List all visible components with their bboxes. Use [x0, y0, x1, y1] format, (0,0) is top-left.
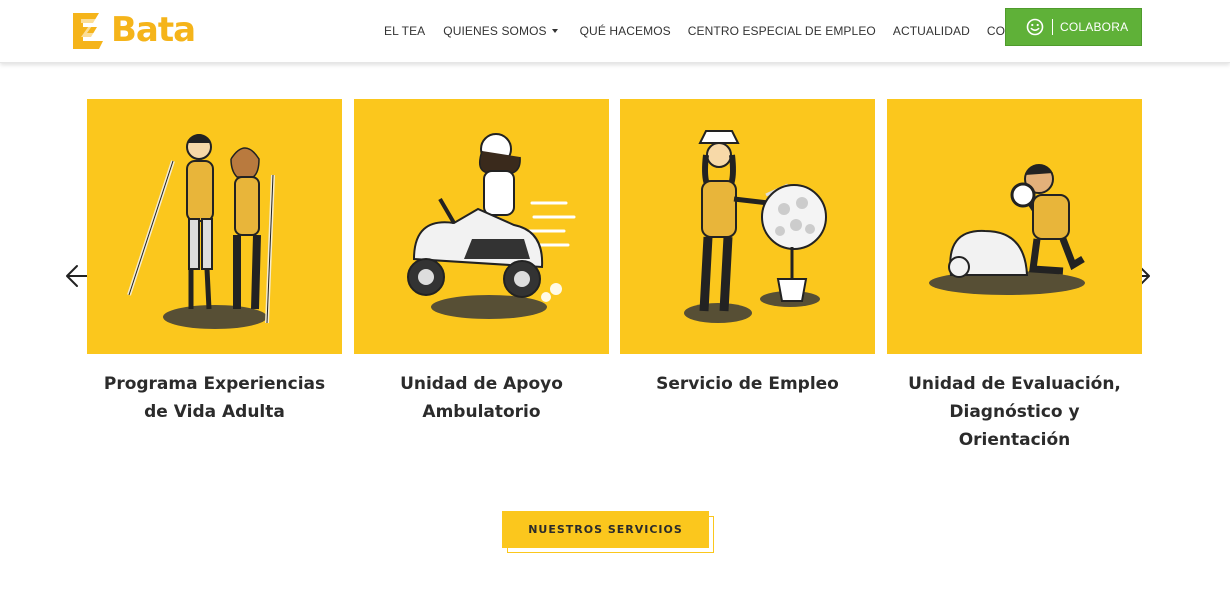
card-image [887, 99, 1142, 354]
man-with-magnifying-glass-illustration [929, 164, 1085, 295]
service-card-evaluacion-diagnostico[interactable]: Unidad de Evaluación, Diagnóstico y Orie… [887, 99, 1142, 454]
card-image [87, 99, 342, 354]
card-image [354, 99, 609, 354]
card-title: Servicio de Empleo [656, 374, 839, 394]
divider [1052, 19, 1053, 35]
service-card-vida-adulta[interactable]: Programa Experiencias de Vida Adulta [87, 99, 342, 426]
button-label: NUESTROS SERVICIOS [528, 523, 683, 536]
colabora-label: COLABORA [1060, 20, 1129, 34]
colabora-button[interactable]: COLABORA [1005, 8, 1142, 46]
nav-item-actualidad[interactable]: ACTUALIDAD [893, 24, 970, 38]
two-people-with-walking-sticks-illustration [127, 134, 275, 329]
card-title: Unidad de Evaluación, Diagnóstico y Orie… [908, 374, 1121, 450]
brand-name: Bata [111, 10, 196, 50]
nav-item-el-tea[interactable]: EL TEA [384, 24, 425, 38]
chevron-down-icon [551, 29, 558, 33]
main-nav: EL TEA QUIENES SOMOS QUÉ HACEMOS CENTRO … [384, 24, 1054, 38]
nuestros-servicios-button[interactable]: NUESTROS SERVICIOS [502, 511, 709, 548]
nav-item-centro-especial-de-empleo[interactable]: CENTRO ESPECIAL DE EMPLEO [688, 24, 876, 38]
services-button-wrapper: NUESTROS SERVICIOS [502, 511, 714, 553]
card-title: Unidad de Apoyo Ambulatorio [400, 374, 563, 422]
card-title: Programa Experiencias de Vida Adulta [103, 374, 326, 422]
service-card-servicio-empleo[interactable]: Servicio de Empleo [620, 99, 875, 398]
gardener-pruning-tree-illustration [684, 130, 827, 323]
nav-item-quienes-somos[interactable]: QUIENES SOMOS [443, 24, 558, 38]
card-image [620, 99, 875, 354]
site-header: Bata EL TEA QUIENES SOMOS QUÉ HACEMOS CE… [0, 0, 1230, 63]
nav-item-label: QUIENES SOMOS [443, 24, 547, 38]
service-card-apoyo-ambulatorio[interactable]: Unidad de Apoyo Ambulatorio [354, 99, 609, 426]
bata-logo-icon [73, 13, 103, 49]
nav-item-que-hacemos[interactable]: QUÉ HACEMOS [580, 24, 671, 38]
brand-logo[interactable]: Bata [73, 10, 196, 50]
smiley-icon [1026, 18, 1044, 36]
woman-riding-scooter-illustration [407, 133, 576, 319]
